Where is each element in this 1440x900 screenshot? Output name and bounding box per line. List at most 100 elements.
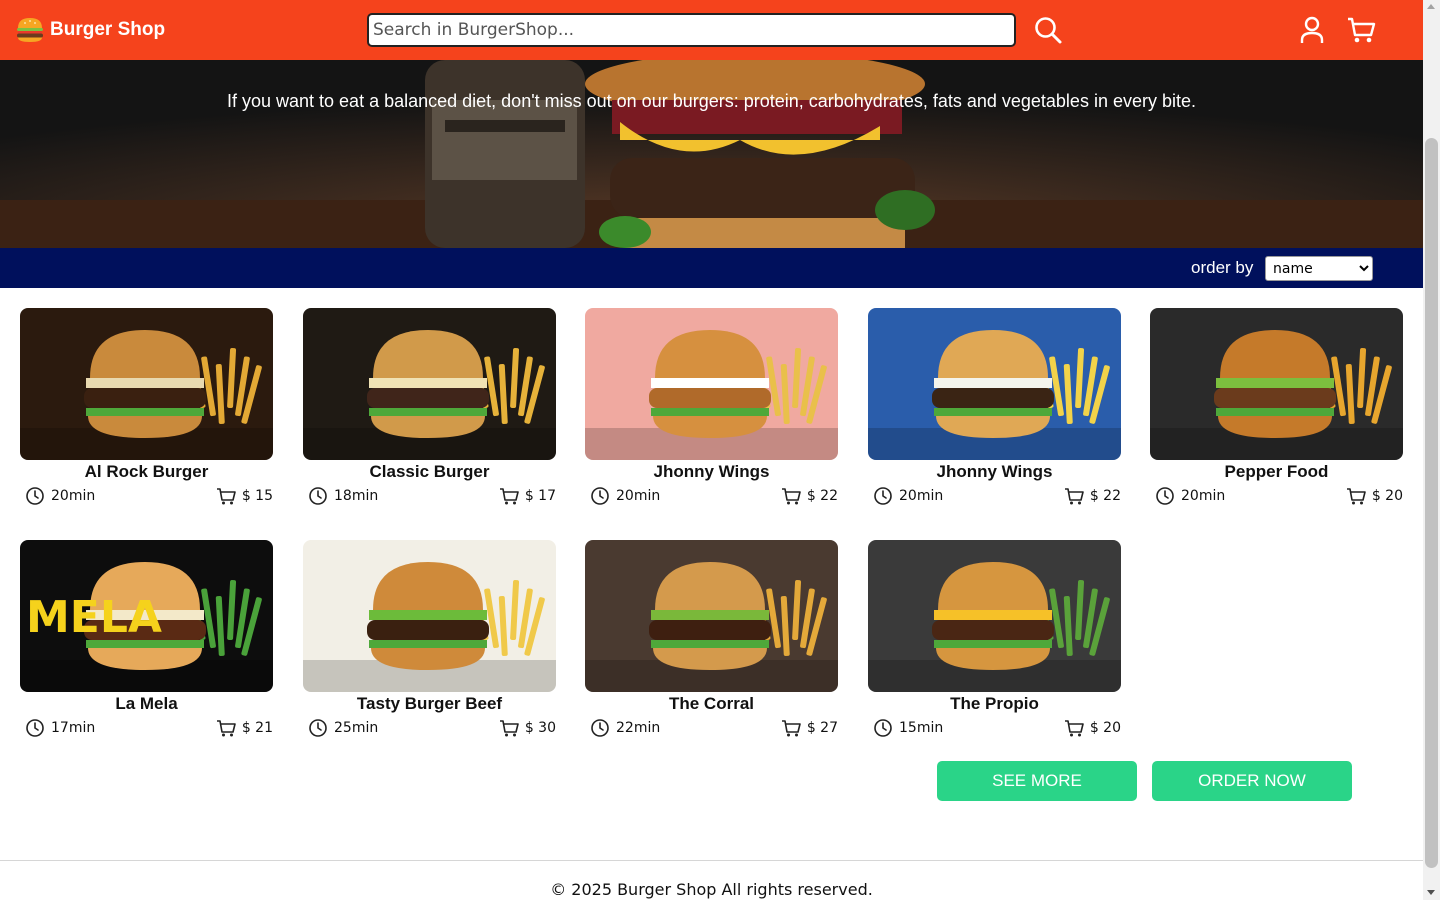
product-name: Pepper Food xyxy=(1224,462,1329,481)
price-value: $ 21 xyxy=(241,720,273,736)
cart-icon[interactable] xyxy=(1064,718,1084,738)
price-value: $ 17 xyxy=(524,488,556,504)
burger-photo xyxy=(20,308,273,460)
product-name: Jhonny Wings xyxy=(936,462,1053,481)
hero-banner: If you want to eat a balanced diet, don'… xyxy=(0,60,1423,248)
burger-photo xyxy=(303,308,556,460)
burger-photo xyxy=(585,540,838,692)
product-name: Tasty Burger Beef xyxy=(356,694,503,713)
product-card[interactable]: Tasty Burger Beef 25min $ 30 xyxy=(303,540,556,740)
image-logo-text: MELA xyxy=(26,592,162,643)
product-image[interactable] xyxy=(868,540,1121,692)
sort-bar: order by name xyxy=(0,248,1423,288)
cart-icon[interactable] xyxy=(1346,486,1366,506)
product-image[interactable] xyxy=(303,540,556,692)
order-now-button[interactable]: ORDER NOW xyxy=(1152,761,1352,801)
product-image[interactable] xyxy=(303,308,556,460)
product-image[interactable] xyxy=(868,308,1121,460)
product-card[interactable]: Al Rock Burger 20min $ 15 xyxy=(20,308,273,508)
product-card[interactable]: Classic Burger 18min $ 17 xyxy=(303,308,556,508)
burger-photo xyxy=(585,308,838,460)
product-card[interactable]: MELA La Mela 17min $ 21 xyxy=(20,540,273,740)
prep-time: 25min xyxy=(308,718,378,738)
burger-logo-icon xyxy=(17,18,43,42)
price-value: $ 22 xyxy=(1089,488,1121,504)
price-value: $ 22 xyxy=(806,488,838,504)
cart-icon[interactable] xyxy=(781,718,801,738)
prep-time-value: 25min xyxy=(334,720,379,736)
prep-time-value: 17min xyxy=(51,720,96,736)
prep-time-value: 18min xyxy=(334,488,379,504)
price-value: $ 20 xyxy=(1089,720,1121,736)
cart-icon[interactable] xyxy=(1064,486,1084,506)
see-more-button[interactable]: SEE MORE xyxy=(937,761,1137,801)
clock-icon xyxy=(874,487,892,505)
sort-select[interactable]: name xyxy=(1265,256,1373,281)
price: $ 21 xyxy=(216,718,273,738)
user-icon[interactable] xyxy=(1298,15,1326,45)
product-name: La Mela xyxy=(115,694,178,713)
price-value: $ 15 xyxy=(241,488,273,504)
prep-time: 17min xyxy=(25,718,95,738)
cart-icon[interactable] xyxy=(216,718,236,738)
price: $ 15 xyxy=(216,486,273,506)
page-scrollbar[interactable] xyxy=(1423,0,1440,900)
footer-divider xyxy=(0,860,1423,861)
product-card[interactable]: Pepper Food 20min $ 20 xyxy=(1150,308,1403,508)
product-image[interactable]: MELA xyxy=(20,540,273,692)
brand-name: Burger Shop xyxy=(50,19,166,40)
product-card[interactable]: The Corral 22min $ 27 xyxy=(585,540,838,740)
search-input[interactable] xyxy=(367,13,1016,47)
prep-time: 20min xyxy=(873,486,943,506)
prep-time-value: 20min xyxy=(899,488,944,504)
clock-icon xyxy=(26,719,44,737)
brand[interactable]: Burger Shop xyxy=(14,14,165,46)
cart-icon[interactable] xyxy=(1346,15,1376,45)
prep-time-value: 20min xyxy=(1181,488,1226,504)
burger-photo xyxy=(303,540,556,692)
scroll-up-arrow-icon[interactable] xyxy=(1427,4,1435,9)
cart-icon[interactable] xyxy=(781,486,801,506)
cart-icon[interactable] xyxy=(216,486,236,506)
product-card[interactable]: Jhonny Wings 20min $ 22 xyxy=(868,308,1121,508)
clock-icon xyxy=(591,487,609,505)
cart-icon[interactable] xyxy=(499,718,519,738)
burger-photo xyxy=(868,308,1121,460)
cart-icon[interactable] xyxy=(499,486,519,506)
search-icon[interactable] xyxy=(1033,15,1063,45)
prep-time: 18min xyxy=(308,486,378,506)
price: $ 30 xyxy=(499,718,556,738)
price: $ 20 xyxy=(1064,718,1121,738)
scroll-down-arrow-icon[interactable] xyxy=(1427,890,1435,895)
price: $ 22 xyxy=(781,486,838,506)
prep-time-value: 22min xyxy=(616,720,661,736)
prep-time-value: 15min xyxy=(899,720,944,736)
hero-burger-image xyxy=(0,60,1423,248)
product-name: Classic Burger xyxy=(369,462,490,481)
clock-icon xyxy=(309,719,327,737)
price: $ 22 xyxy=(1064,486,1121,506)
scroll-thumb[interactable] xyxy=(1425,138,1438,868)
clock-icon xyxy=(874,719,892,737)
product-image[interactable] xyxy=(1150,308,1403,460)
product-image[interactable] xyxy=(20,308,273,460)
top-navbar: Burger Shop xyxy=(0,0,1423,60)
product-name: The Corral xyxy=(668,694,755,713)
burger-photo: MELA xyxy=(20,540,273,692)
price: $ 20 xyxy=(1346,486,1403,506)
product-name: Al Rock Burger xyxy=(84,462,209,481)
burger-photo xyxy=(1150,308,1403,460)
product-card[interactable]: The Propio 15min $ 20 xyxy=(868,540,1121,740)
prep-time: 20min xyxy=(1155,486,1225,506)
burger-photo xyxy=(868,540,1121,692)
prep-time-value: 20min xyxy=(616,488,661,504)
price-value: $ 20 xyxy=(1371,488,1403,504)
price-value: $ 27 xyxy=(806,720,838,736)
product-name: The Propio xyxy=(950,694,1039,713)
product-image[interactable] xyxy=(585,540,838,692)
clock-icon xyxy=(309,487,327,505)
prep-time-value: 20min xyxy=(51,488,96,504)
product-card[interactable]: Jhonny Wings 20min $ 22 xyxy=(585,308,838,508)
product-image[interactable] xyxy=(585,308,838,460)
sort-label: order by xyxy=(1191,258,1254,277)
